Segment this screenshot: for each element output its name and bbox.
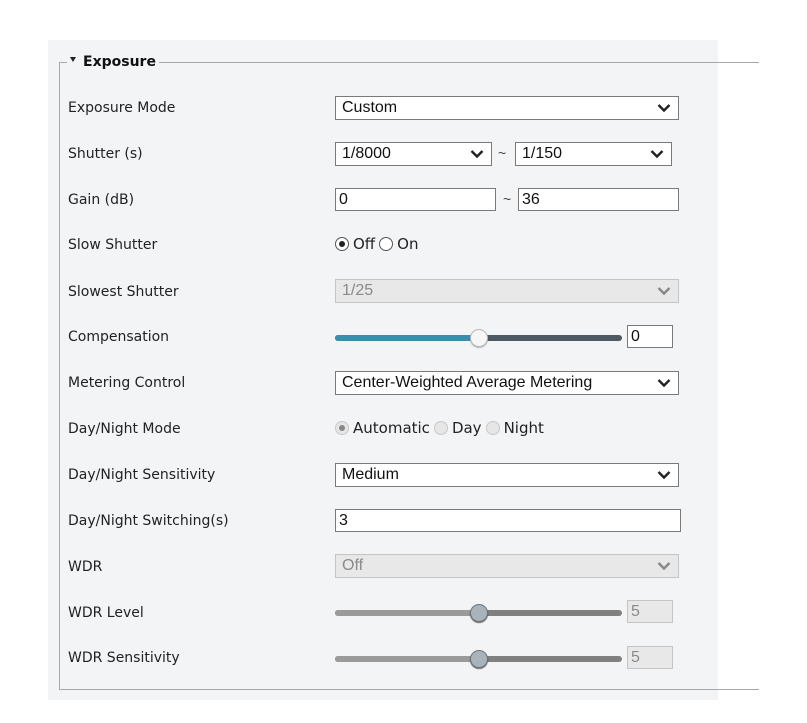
shutter-min-value: 1/8000	[342, 145, 391, 162]
compensation-slider[interactable]	[335, 326, 622, 350]
exposure-mode-value: Custom	[342, 99, 398, 116]
day-night-day-radio[interactable]	[433, 421, 448, 435]
label-day-night-switching: Day/Night Switching(s)	[68, 513, 229, 529]
label-gain: Gain (dB)	[68, 192, 135, 208]
range-separator: ~	[498, 145, 507, 161]
row-day-night-sensitivity: Day/Night Sensitivity	[68, 463, 215, 487]
day-night-day-label[interactable]: Day	[452, 419, 482, 437]
day-night-night-radio[interactable]	[485, 421, 500, 435]
label-day-night-sensitivity: Day/Night Sensitivity	[68, 467, 216, 483]
row-exposure-mode: Exposure Mode	[68, 96, 175, 120]
wdr-level-slider[interactable]	[335, 601, 622, 625]
slow-shutter-off-radio[interactable]	[335, 237, 349, 251]
slowest-shutter-select[interactable]: 1/25	[335, 279, 679, 303]
range-separator: ~	[503, 191, 512, 207]
section-title: Exposure	[83, 54, 156, 70]
day-night-switching-input[interactable]: 3	[335, 509, 681, 532]
wdr-value: Off	[342, 557, 364, 574]
row-compensation: Compensation	[68, 325, 169, 349]
row-gain: Gain (dB)	[68, 188, 134, 212]
label-compensation: Compensation	[68, 329, 170, 345]
label-shutter: Shutter (s)	[68, 146, 143, 162]
collapse-arrow-icon	[70, 56, 76, 62]
slider-thumb[interactable]	[470, 604, 488, 622]
wdr-sensitivity-input[interactable]: 5	[627, 646, 673, 669]
shutter-max-select[interactable]: 1/150	[515, 142, 672, 166]
chevron-down-icon	[657, 471, 671, 480]
wdr-select[interactable]: Off	[335, 554, 679, 578]
row-day-night-switching: Day/Night Switching(s)	[68, 509, 229, 533]
chevron-down-icon	[657, 287, 671, 296]
row-metering-control: Metering Control	[68, 371, 185, 395]
row-slow-shutter: Slow Shutter	[68, 233, 157, 257]
chevron-down-icon	[657, 104, 671, 113]
slow-shutter-on-radio[interactable]	[379, 237, 394, 251]
day-night-automatic-radio[interactable]	[335, 421, 349, 435]
day-night-sensitivity-select[interactable]: Medium	[335, 463, 679, 487]
row-wdr-sensitivity: WDR Sensitivity	[68, 646, 180, 670]
label-metering-control: Metering Control	[68, 375, 186, 391]
label-wdr: WDR	[68, 559, 103, 575]
row-wdr-level: WDR Level	[68, 601, 144, 625]
wdr-level-input[interactable]: 5	[627, 600, 673, 623]
label-wdr-sensitivity: WDR Sensitivity	[68, 650, 180, 666]
shutter-max-value: 1/150	[522, 145, 563, 162]
compensation-input[interactable]: 0	[627, 325, 673, 348]
label-slow-shutter: Slow Shutter	[68, 237, 158, 253]
slider-fill	[335, 656, 479, 662]
slider-fill	[335, 335, 479, 341]
chevron-down-icon	[470, 150, 484, 159]
day-night-night-label[interactable]: Night	[504, 419, 544, 437]
metering-control-select[interactable]: Center-Weighted Average Metering	[335, 371, 679, 395]
row-wdr: WDR	[68, 555, 102, 579]
day-night-automatic-label[interactable]: Automatic	[353, 419, 430, 437]
slowest-shutter-value: 1/25	[342, 282, 374, 299]
chevron-down-icon	[657, 379, 671, 388]
label-exposure-mode: Exposure Mode	[68, 100, 176, 116]
row-slowest-shutter: Slowest Shutter	[68, 280, 179, 304]
chevron-down-icon	[657, 562, 671, 571]
slider-fill	[335, 610, 479, 616]
label-wdr-level: WDR Level	[68, 605, 144, 621]
exposure-section-toggle[interactable]: Exposure	[67, 53, 159, 71]
row-shutter: Shutter (s)	[68, 142, 143, 166]
label-day-night-mode: Day/Night Mode	[68, 421, 181, 437]
slow-shutter-radio-group: Off On	[335, 235, 422, 253]
gain-max-input[interactable]: 36	[518, 188, 679, 211]
wdr-sensitivity-slider[interactable]	[335, 647, 622, 671]
shutter-min-select[interactable]: 1/8000	[335, 142, 492, 166]
day-night-sensitivity-value: Medium	[342, 466, 399, 483]
slow-shutter-on-label[interactable]: On	[397, 235, 418, 253]
slider-thumb[interactable]	[470, 650, 488, 668]
metering-control-value: Center-Weighted Average Metering	[342, 374, 593, 391]
gain-min-input[interactable]: 0	[335, 188, 496, 211]
day-night-mode-radio-group: Automatic Day Night	[335, 419, 548, 437]
slow-shutter-off-label[interactable]: Off	[353, 235, 375, 253]
exposure-mode-select[interactable]: Custom	[335, 96, 679, 120]
row-day-night-mode: Day/Night Mode	[68, 417, 181, 441]
chevron-down-icon	[650, 150, 664, 159]
slider-thumb[interactable]	[470, 329, 488, 347]
label-slowest-shutter: Slowest Shutter	[68, 284, 179, 300]
